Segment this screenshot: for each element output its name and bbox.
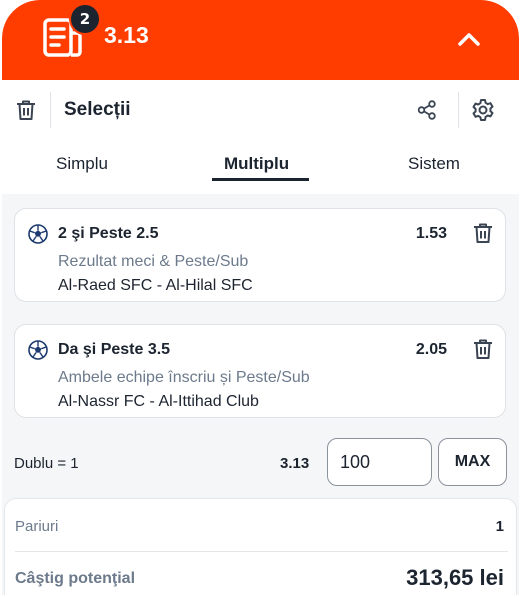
bets-count: 1 <box>495 518 504 535</box>
selections-content: 2 şi Peste 2.5 1.53 Rezultat meci & Pest… <box>2 194 519 595</box>
bet-summary: Pariuri 1 Câştig potenţial 313,65 lei <box>4 498 517 595</box>
selection-card: 2 şi Peste 2.5 1.53 Rezultat meci & Pest… <box>14 208 506 302</box>
selections-toolbar: Selecții <box>2 80 519 142</box>
collapse-button[interactable] <box>451 25 487 53</box>
combination-odds: 3.13 <box>280 455 310 472</box>
football-icon <box>28 340 48 360</box>
trash-icon[interactable] <box>471 337 495 361</box>
football-icon <box>28 224 48 244</box>
selection-pick: 2 şi Peste 2.5 <box>58 225 159 242</box>
active-tab-indicator <box>212 178 309 181</box>
selections-title: Selecții <box>64 99 131 120</box>
bet-type-tabs: Simplu Multiplu Sistem <box>2 142 519 194</box>
selection-market: Ambele echipe înscriu și Peste/Sub <box>58 369 310 386</box>
total-odds: 3.13 <box>104 22 149 48</box>
selection-odds: 1.53 <box>415 225 447 242</box>
bets-label: Pariuri <box>15 518 59 535</box>
divider <box>50 92 51 128</box>
potential-win-label: Câştig potenţial <box>15 570 136 587</box>
gear-icon[interactable] <box>470 97 496 123</box>
max-stake-button[interactable]: MAX <box>438 438 507 486</box>
divider <box>458 92 459 128</box>
divider <box>15 551 508 552</box>
share-icon[interactable] <box>416 99 438 121</box>
combination-label: Dublu = 1 <box>14 455 79 472</box>
selection-match: Al-Nassr FC - Al-Ittihad Club <box>58 393 259 410</box>
tab-multiplu[interactable]: Multiplu <box>224 154 289 174</box>
selection-market: Rezultat meci & Peste/Sub <box>58 253 249 270</box>
tab-simplu[interactable]: Simplu <box>56 154 108 174</box>
bet-slip: 2 3.13 Selecții Simplu Multiplu Sistem 2… <box>2 0 519 595</box>
selection-count-badge: 2 <box>69 3 101 35</box>
selection-odds: 2.05 <box>415 341 447 358</box>
selection-match: Al-Raed SFC - Al-Hilal SFC <box>58 277 253 294</box>
bet-slip-header[interactable]: 2 3.13 <box>2 0 519 80</box>
selection-card: Da şi Peste 3.5 2.05 Ambele echipe înscr… <box>14 324 506 418</box>
selection-pick: Da şi Peste 3.5 <box>58 341 171 358</box>
trash-icon[interactable] <box>14 98 38 122</box>
tab-sistem[interactable]: Sistem <box>408 154 460 174</box>
chevron-up-icon <box>458 33 480 46</box>
trash-icon[interactable] <box>471 221 495 245</box>
potential-win-value: 313,65 lei <box>406 565 504 590</box>
stake-input[interactable] <box>327 438 432 486</box>
